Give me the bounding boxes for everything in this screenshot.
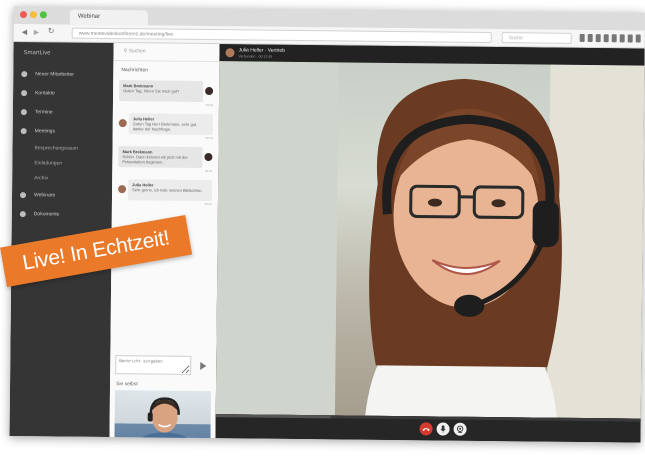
sidebar-subitem-label: Besprechungsraum [34,144,78,152]
forward-icon[interactable]: ▶ [34,28,39,36]
chat-message: Julia Heller Guten Tag Herr Brekmann, se… [118,113,213,141]
close-window-icon[interactable] [19,11,27,19]
message-text: Schön. Dann können wir jetzt mit der Prä… [122,154,188,165]
url-field[interactable]: www.meinevideokonferenz.de/meeting/live [71,27,492,44]
self-view-video [114,390,211,443]
extension-icon[interactable] [619,34,625,43]
avatar [204,153,213,162]
presentation-icon [19,191,27,198]
sidebar-subitem-invitations[interactable]: Einladungen [12,155,112,171]
sidebar-item-label: Dokumente [33,210,60,217]
search-icon: ⚲ [123,48,128,55]
extension-icon[interactable] [595,34,601,43]
brand-logo: SmartLive [23,50,51,57]
document-icon [19,210,26,217]
camera-button[interactable] [453,422,467,436]
sidebar-item-contacts[interactable]: Kontakte [13,83,113,103]
call-controls [215,414,641,443]
extension-icon[interactable] [587,34,593,43]
calendar-icon [20,108,27,115]
camera-icon [456,425,464,433]
sidebar-item-label: Termine [34,108,53,115]
message-text: Guten Tag, hören Sie mich gut? [123,88,180,94]
remote-video [215,61,645,419]
back-icon[interactable]: ◀ [22,28,27,36]
message-time: 10:44 [204,169,213,174]
sidebar-subitem-label: Einladungen [34,159,63,167]
extension-icon[interactable] [579,33,585,42]
chat-search-placeholder: Suchen [128,48,146,55]
sidebar-item-documents[interactable]: Dokumente [12,204,112,224]
sidebar-subitem-label: Archiv [34,174,49,181]
self-view-label: Sie selbst [116,381,138,388]
self-view-person [134,397,195,443]
sidebar-item-label: Neuer Mitarbeiter [35,70,74,78]
microphone-icon [440,425,446,433]
avatar [118,119,127,128]
message-time: 10:43 [205,136,213,141]
sidebar-item-new-employee[interactable]: Neuer Mitarbeiter [13,64,113,84]
remote-video-person [215,61,645,419]
maximize-window-icon[interactable] [39,11,47,19]
user-plus-icon [21,70,28,77]
call-progress-fill [215,414,331,419]
sidebar-item-label: Kontakte [35,89,55,96]
phone-hangup-icon [422,427,430,432]
mute-button[interactable] [436,422,450,436]
chat-title: Nachrichten [121,67,149,74]
sidebar-nav: Neuer Mitarbeiter Kontakte Termine Meeti… [12,64,114,224]
chat-message-input[interactable] [115,355,192,375]
minimize-window-icon[interactable] [29,11,37,19]
chat-input-row [115,355,207,375]
message-bubble: Mark Brekmann Schön. Dann können wir jet… [118,146,203,168]
extension-icon[interactable] [635,34,641,43]
browser-search-field[interactable]: Suche [501,32,572,44]
sidebar-item-appointments[interactable]: Termine [13,102,113,122]
contacts-icon [21,89,28,96]
message-bubble: Julia Heller Sehr gerne, ich teile meine… [127,179,213,202]
toolbar-extension-icons [579,33,641,43]
sidebar-item-webinars[interactable]: Webinare [12,185,112,205]
message-time: 10:42 [205,103,213,108]
chat-message: Mark Brekmann Guten Tag, hören Sie mich … [119,80,214,108]
extension-icon[interactable] [627,34,633,43]
send-icon[interactable] [200,361,207,371]
message-text: Sehr gerne, ich teile meinen Bildschirm. [132,187,203,193]
sidebar-item-meetings[interactable]: Meetings [13,121,113,141]
sidebar-item-label: Meetings [34,127,56,134]
video-call-area: Julia Heller · Vertrieb Verbunden · 00:1… [215,44,645,443]
hang-up-button[interactable] [419,422,433,436]
message-bubble: Mark Brekmann Guten Tag, hören Sie mich … [119,80,204,102]
extension-icon[interactable] [611,34,617,43]
sidebar-subitem-archive[interactable]: Archiv [12,170,112,186]
message-text: Guten Tag Herr Brekmann, sehr gut, danke… [132,121,198,132]
avatar [118,185,127,194]
browser-tab[interactable]: Webinar [69,9,148,26]
browser-window: Webinar ◀ ▶ ↻ www.meinevideokonferenz.de… [9,6,645,443]
video-icon [20,127,27,134]
sidebar-subitem-room[interactable]: Besprechungsraum [12,140,112,156]
caller-name: Julia Heller · Vertrieb [238,47,285,54]
reload-icon[interactable]: ↻ [48,26,55,35]
sidebar-item-label: Webinare [33,191,56,198]
message-bubble: Julia Heller Guten Tag Herr Brekmann, se… [128,113,213,136]
chat-message: Mark Brekmann Schön. Dann können wir jet… [118,146,213,174]
caller-avatar [225,48,235,58]
extension-icon[interactable] [603,34,609,43]
avatar [205,87,214,96]
chat-search[interactable]: ⚲ Suchen [113,43,220,63]
chat-message: Julia Heller Sehr gerne, ich teile meine… [118,179,213,207]
browser-tab-title: Webinar [77,13,101,20]
call-status: Verbunden · 00:12:45 [238,54,273,59]
message-time: 10:45 [204,202,212,207]
